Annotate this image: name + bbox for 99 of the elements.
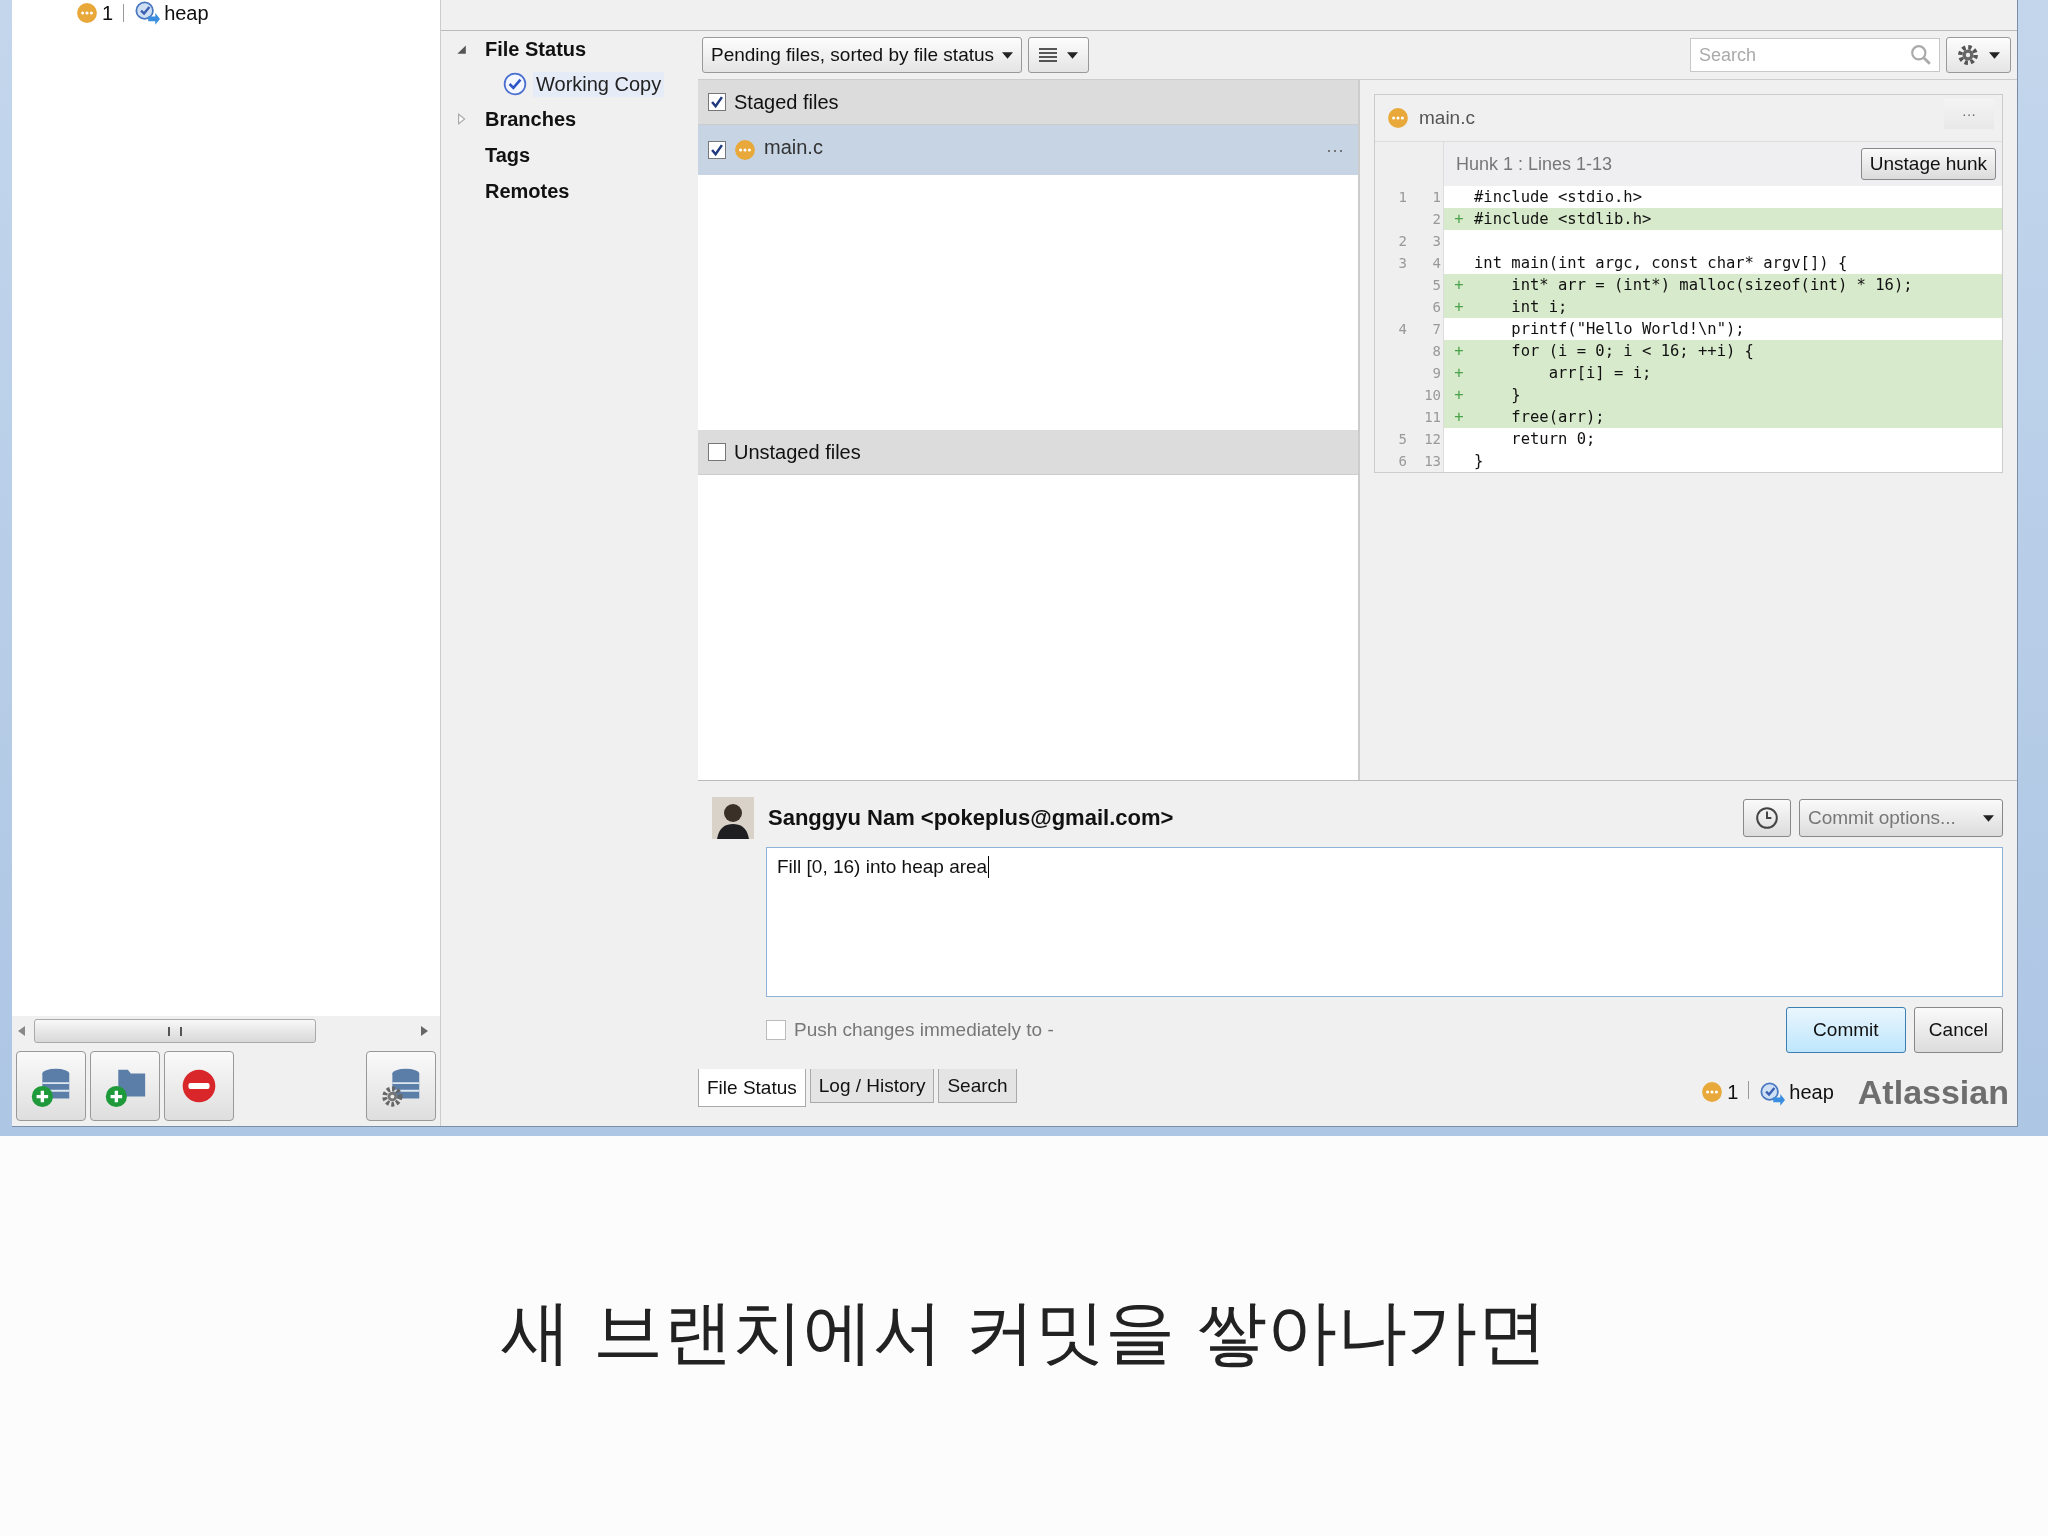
commit-message-field[interactable]: Fill [0, 16) into heap area: [766, 847, 2003, 997]
code-line: arr[i] = i;: [1547, 364, 1652, 382]
search-field[interactable]: Search: [1690, 38, 1940, 72]
line-number: 5: [1432, 277, 1441, 293]
sort-dropdown[interactable]: Pending files, sorted by file status: [702, 37, 1023, 73]
caret-icon: [1002, 51, 1014, 59]
code-line: printf("Hello World!\n");: [1510, 320, 1745, 338]
more-menu[interactable]: ···: [1326, 139, 1344, 161]
code-line: int i;: [1510, 298, 1568, 316]
file-name: main.c: [764, 135, 823, 159]
line-number: 8: [1432, 343, 1441, 359]
added-marker: +: [1454, 276, 1464, 294]
code-line: return 0;: [1510, 430, 1596, 448]
line-number: 4: [1432, 255, 1441, 271]
line-number: 11: [1424, 409, 1441, 425]
commit-button[interactable]: Commit: [1785, 1007, 1906, 1053]
added-marker: +: [1454, 298, 1464, 316]
caret-icon: [1983, 814, 1994, 822]
history-button[interactable]: [1743, 799, 1791, 837]
repository-settings-button[interactable]: [366, 1051, 436, 1121]
line-number: 12: [1424, 431, 1441, 447]
avatar: [712, 797, 754, 839]
line-number: 10: [1424, 387, 1441, 403]
brand-logo: Atlassian: [1857, 1073, 2009, 1112]
search-icon: [1910, 44, 1932, 66]
added-marker: +: [1454, 364, 1464, 382]
hunk-header: Hunk 1 : Lines 1-13: [1455, 153, 1613, 175]
tab[interactable]: Search: [938, 1069, 1017, 1103]
added-marker: +: [1454, 342, 1464, 360]
dots-circle-icon: [1387, 107, 1409, 129]
remove-button[interactable]: [164, 1051, 234, 1121]
code-line: int* arr = (int*) malloc(sizeof(int) * 16);: [1510, 276, 1913, 294]
added-marker: +: [1454, 408, 1464, 426]
cancel-button[interactable]: Cancel: [1913, 1007, 2003, 1053]
checkbox[interactable]: [708, 93, 726, 111]
line-number: 3: [1398, 255, 1407, 271]
branch-arrow-icon: [134, 0, 161, 26]
code-line: free(arr);: [1510, 408, 1605, 426]
subtitle: 새 브랜치에서 커밋을 쌓아나가면: [500, 1290, 1548, 1375]
branch-arrow-icon: [1759, 1081, 1786, 1107]
line-number: 2: [1398, 233, 1407, 249]
added-marker: +: [1454, 210, 1464, 228]
checkbox[interactable]: [708, 443, 726, 461]
caret-icon: [1989, 51, 2000, 59]
line-number: 6: [1432, 299, 1441, 315]
code-line: int main(int argc, const char* argv[]) {: [1474, 254, 1848, 272]
expanded-arrow-icon[interactable]: [455, 43, 467, 55]
file-row[interactable]: main.c ···: [698, 125, 1358, 175]
scroll-right-icon[interactable]: [420, 1026, 428, 1036]
clock-icon: [1755, 806, 1779, 830]
line-number: 3: [1432, 233, 1441, 249]
line-number: 13: [1424, 453, 1441, 469]
horizontal-scrollbar[interactable]: [12, 1016, 440, 1046]
scroll-left-icon[interactable]: [18, 1026, 26, 1036]
check-circle-icon: [503, 72, 527, 96]
code-line: }: [1510, 386, 1521, 404]
code-line: }: [1474, 452, 1484, 470]
push-label: Push changes immediately to -: [794, 1019, 1054, 1041]
line-number: 7: [1432, 321, 1441, 337]
line-number: 6: [1398, 453, 1407, 469]
line-number: 9: [1432, 365, 1441, 381]
sidebar-item[interactable]: Working Copy: [533, 71, 665, 97]
caret-icon: [1067, 51, 1079, 59]
group-header: Unstaged files: [734, 440, 861, 464]
sidebar-item[interactable]: File Status: [485, 37, 587, 61]
change-count: 1: [1727, 1081, 1739, 1104]
dots-circle-icon: [1701, 1081, 1724, 1103]
more-button[interactable]: ···: [1944, 99, 1994, 129]
code-line: #include <stdlib.h>: [1474, 210, 1652, 228]
branch-name: heap: [1789, 1081, 1834, 1104]
tab[interactable]: File Status: [698, 1069, 806, 1107]
sidebar-item[interactable]: Tags: [485, 143, 531, 167]
add-folder-button[interactable]: [90, 1051, 160, 1121]
code-line: for (i = 0; i < 16; ++i) {: [1510, 342, 1754, 360]
line-number: 2: [1432, 211, 1441, 227]
line-number: 1: [1432, 189, 1441, 205]
line-number: 4: [1398, 321, 1407, 337]
dots-circle-icon: [734, 139, 756, 161]
sidebar-item[interactable]: Remotes: [485, 179, 570, 203]
line-number: 1: [1398, 189, 1407, 205]
code-line: #include <stdio.h>: [1474, 188, 1642, 206]
change-count: 1: [102, 1, 114, 25]
list-icon: [1039, 48, 1058, 62]
settings-icon: [1957, 44, 1979, 66]
file-name: main.c: [1419, 107, 1475, 129]
unstage-hunk-button[interactable]: Unstage hunk: [1860, 148, 1996, 180]
tab[interactable]: Log / History: [809, 1069, 935, 1103]
sidebar-item[interactable]: Branches: [485, 107, 577, 131]
line-number: 5: [1398, 431, 1407, 447]
checkbox[interactable]: [766, 1020, 786, 1040]
commit-options-dropdown[interactable]: Commit options...: [1799, 799, 2003, 837]
add-repository-button[interactable]: [16, 1051, 86, 1121]
added-marker: +: [1454, 386, 1464, 404]
view-mode-dropdown[interactable]: [1028, 37, 1090, 73]
group-header: Staged files: [734, 90, 839, 114]
author-name: Sanggyu Nam <pokeplus@gmail.com>: [768, 805, 1174, 831]
branch-name: heap: [164, 1, 209, 25]
checkbox[interactable]: [708, 141, 726, 159]
settings-dropdown[interactable]: [1946, 37, 2011, 73]
